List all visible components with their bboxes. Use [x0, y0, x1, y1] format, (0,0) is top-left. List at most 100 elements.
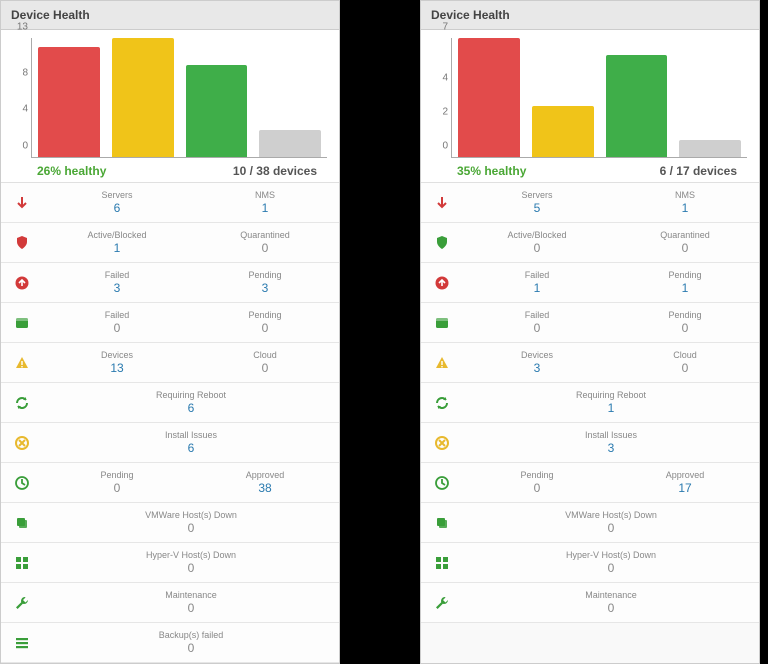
cell-label: Requiring Reboot [467, 390, 755, 400]
status-cell[interactable]: Approved17 [611, 468, 759, 497]
status-cell[interactable]: Quarantined0 [611, 228, 759, 257]
status-cell[interactable]: Failed1 [463, 268, 611, 297]
status-row[interactable]: Requiring Reboot6 [1, 383, 339, 423]
chart-bar[interactable] [532, 106, 594, 157]
cell-value: 1 [467, 281, 607, 295]
status-row[interactable]: Active/Blocked0Quarantined0 [421, 223, 759, 263]
status-cell[interactable]: Hyper-V Host(s) Down0 [463, 548, 759, 577]
status-cell[interactable]: Maintenance0 [43, 588, 339, 617]
status-cell[interactable]: Quarantined0 [191, 228, 339, 257]
status-cell[interactable]: Pending0 [463, 468, 611, 497]
chart-bar[interactable] [38, 47, 100, 157]
clock-icon [1, 475, 43, 491]
circle-up-icon [421, 275, 463, 291]
cell-value: 3 [467, 441, 755, 455]
status-row[interactable]: Install Issues3 [421, 423, 759, 463]
status-cell[interactable]: Failed0 [463, 308, 611, 337]
status-cell[interactable]: Devices3 [463, 348, 611, 377]
y-axis-tick: 4 [434, 73, 448, 84]
status-cell[interactable]: Hyper-V Host(s) Down0 [43, 548, 339, 577]
window-icon [1, 315, 43, 331]
status-cell[interactable]: Servers5 [463, 188, 611, 217]
status-row[interactable]: Devices3Cloud0 [421, 343, 759, 383]
cell-label: Devices [47, 350, 187, 360]
cell-label: Quarantined [195, 230, 335, 240]
status-cell[interactable]: Failed3 [43, 268, 191, 297]
panel-title: Device Health [1, 1, 339, 30]
status-row[interactable]: VMWare Host(s) Down0 [1, 503, 339, 543]
cells: Hyper-V Host(s) Down0 [43, 548, 339, 577]
status-row[interactable]: Pending0Approved38 [1, 463, 339, 503]
status-row[interactable]: Servers6NMS1 [1, 183, 339, 223]
bar-chart[interactable]: 04813 [31, 38, 327, 158]
cell-label: Failed [47, 270, 187, 280]
status-cell[interactable]: NMS1 [611, 188, 759, 217]
status-cell[interactable]: Pending0 [43, 468, 191, 497]
status-cell[interactable]: Pending0 [191, 308, 339, 337]
status-row[interactable]: Failed1Pending1 [421, 263, 759, 303]
status-cell[interactable]: VMWare Host(s) Down0 [43, 508, 339, 537]
cell-value: 3 [467, 361, 607, 375]
cell-label: Active/Blocked [467, 230, 607, 240]
status-row[interactable]: Hyper-V Host(s) Down0 [1, 543, 339, 583]
y-axis-tick: 2 [434, 107, 448, 118]
status-cell[interactable]: NMS1 [191, 188, 339, 217]
cells: Devices3Cloud0 [463, 348, 759, 377]
chart-bar[interactable] [259, 130, 321, 157]
status-cell[interactable]: Failed0 [43, 308, 191, 337]
status-cell[interactable]: Install Issues3 [463, 428, 759, 457]
cell-value: 0 [195, 361, 335, 375]
status-cell[interactable]: Requiring Reboot1 [463, 388, 759, 417]
status-cell[interactable]: Install Issues6 [43, 428, 339, 457]
cell-value: 1 [47, 241, 187, 255]
cell-label: Install Issues [47, 430, 335, 440]
status-row[interactable]: Devices13Cloud0 [1, 343, 339, 383]
cells: Hyper-V Host(s) Down0 [463, 548, 759, 577]
bar-chart[interactable]: 0247 [451, 38, 747, 158]
status-cell[interactable]: VMWare Host(s) Down0 [463, 508, 759, 537]
status-row[interactable]: Servers5NMS1 [421, 183, 759, 223]
status-row[interactable]: Backup(s) failed0 [1, 623, 339, 663]
status-cell[interactable]: Maintenance0 [463, 588, 759, 617]
cells: Backup(s) failed0 [43, 628, 339, 657]
status-row[interactable]: Requiring Reboot1 [421, 383, 759, 423]
cell-label: Cloud [195, 350, 335, 360]
device-count: 10 / 38 devices [233, 164, 317, 178]
status-cell[interactable]: Active/Blocked1 [43, 228, 191, 257]
status-cell[interactable]: Cloud0 [611, 348, 759, 377]
status-cell[interactable]: Cloud0 [191, 348, 339, 377]
status-row[interactable]: Maintenance0 [1, 583, 339, 623]
status-row[interactable]: VMWare Host(s) Down0 [421, 503, 759, 543]
status-cell[interactable]: Pending0 [611, 308, 759, 337]
status-row[interactable]: Active/Blocked1Quarantined0 [1, 223, 339, 263]
status-cell[interactable]: Approved38 [191, 468, 339, 497]
status-row[interactable]: Failed3Pending3 [1, 263, 339, 303]
status-row[interactable]: Hyper-V Host(s) Down0 [421, 543, 759, 583]
status-row[interactable]: Install Issues6 [1, 423, 339, 463]
status-row[interactable]: Failed0Pending0 [1, 303, 339, 343]
status-cell[interactable]: Requiring Reboot6 [43, 388, 339, 417]
circle-up-icon [1, 275, 43, 291]
status-cell[interactable]: Backup(s) failed0 [43, 628, 339, 657]
cell-label: Approved [615, 470, 755, 480]
status-cell[interactable]: Servers6 [43, 188, 191, 217]
status-row[interactable]: Pending0Approved17 [421, 463, 759, 503]
cell-value: 0 [467, 561, 755, 575]
cell-label: Approved [195, 470, 335, 480]
chart-bar[interactable] [112, 38, 174, 157]
cell-value: 17 [615, 481, 755, 495]
chart-bar[interactable] [606, 55, 668, 157]
chart-bar[interactable] [186, 65, 248, 157]
chart-bar[interactable] [458, 38, 520, 157]
cells: VMWare Host(s) Down0 [43, 508, 339, 537]
status-cell[interactable]: Devices13 [43, 348, 191, 377]
status-cell[interactable]: Pending1 [611, 268, 759, 297]
status-row[interactable]: Maintenance0 [421, 583, 759, 623]
cell-value: 3 [47, 281, 187, 295]
chart-bar[interactable] [679, 140, 741, 157]
status-row[interactable]: Failed0Pending0 [421, 303, 759, 343]
cells: Failed1Pending1 [463, 268, 759, 297]
status-cell[interactable]: Active/Blocked0 [463, 228, 611, 257]
y-axis-tick: 7 [434, 22, 448, 33]
status-cell[interactable]: Pending3 [191, 268, 339, 297]
